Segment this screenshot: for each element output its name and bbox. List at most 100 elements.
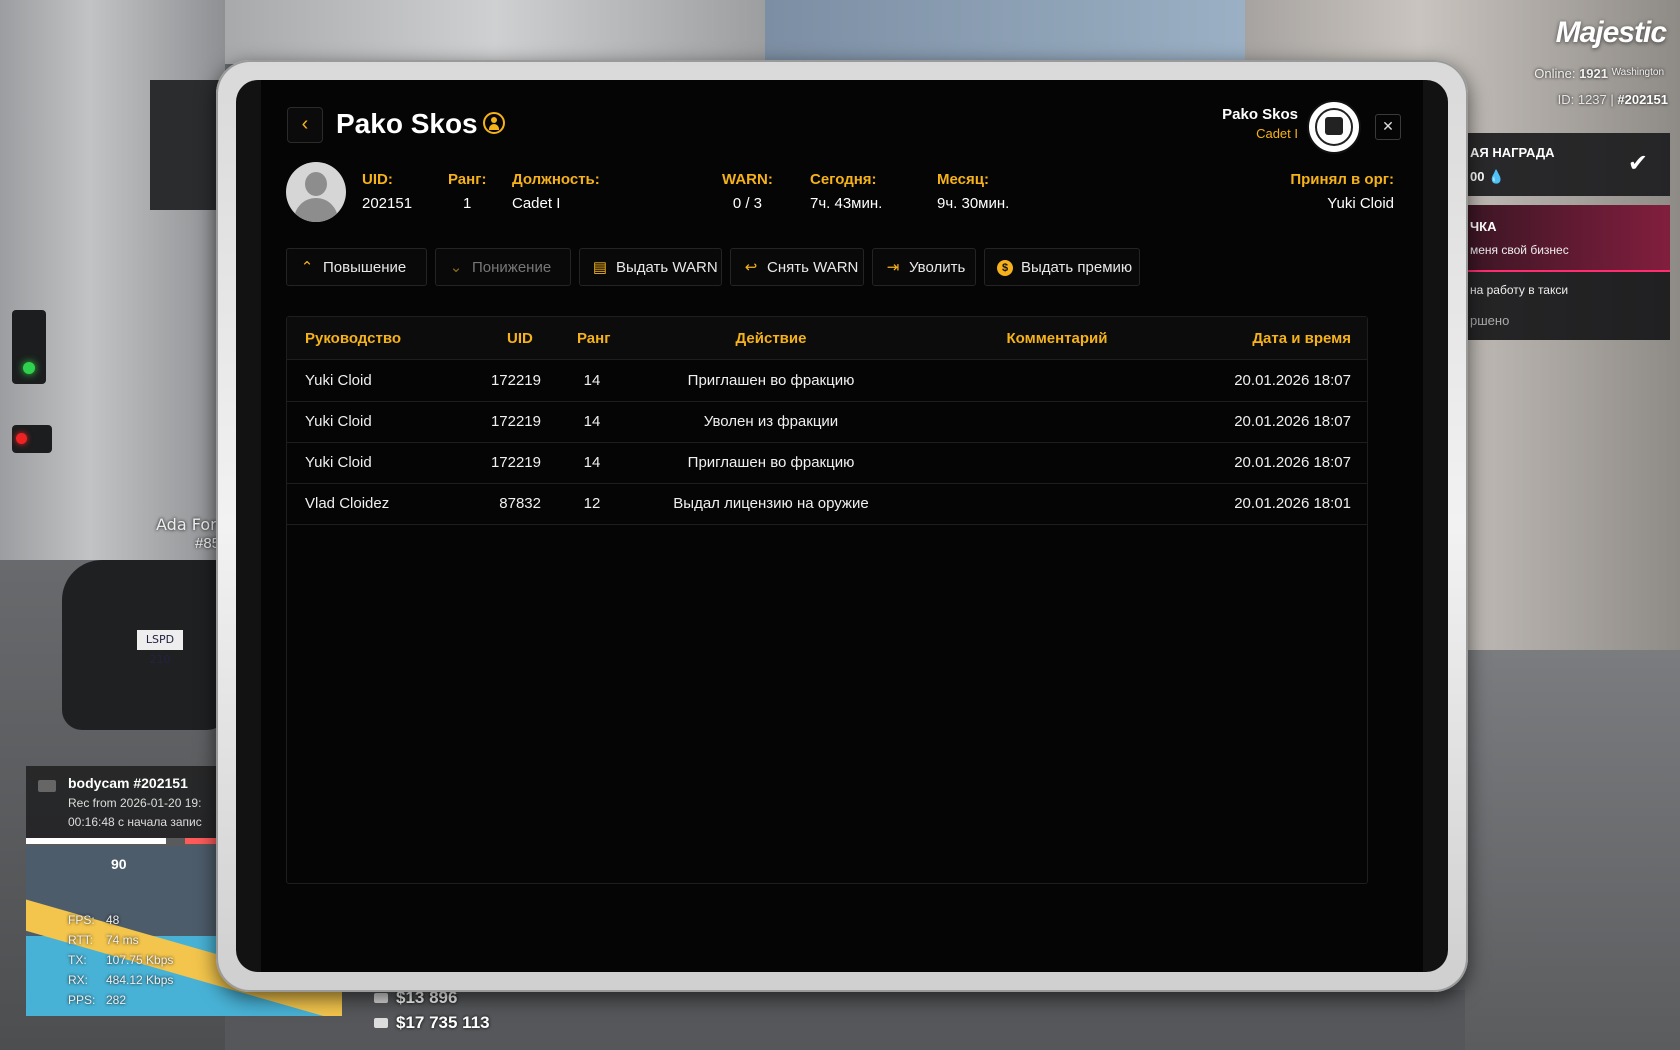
- cell-leader: Yuki Cloid: [305, 454, 372, 471]
- today-label: Сегодня:: [810, 171, 877, 188]
- history-table: Руководство UID Ранг Действие Комментари…: [286, 316, 1368, 884]
- month-label: Месяц:: [937, 171, 989, 188]
- cell-rank: 12: [583, 495, 601, 512]
- cell-datetime: 20.01.2026 18:07: [1234, 454, 1351, 471]
- player-id-label: ID: 1237 |: [1557, 92, 1614, 107]
- month-value: 9ч. 30мин.: [937, 195, 1010, 212]
- document-warning-icon: ▤: [592, 259, 608, 276]
- coin-icon: $: [997, 260, 1013, 276]
- fire-button[interactable]: ⇥ Уволить: [872, 248, 976, 286]
- quest-highlight: [1462, 205, 1670, 272]
- cell-uid: 87832: [499, 495, 541, 512]
- warn-value: 0 / 3: [732, 195, 762, 212]
- table-row[interactable]: Yuki Cloid 172219 14 Уволен из фракции 2…: [287, 401, 1367, 443]
- rank-value: 1: [463, 195, 472, 212]
- table-row[interactable]: Vlad Cloidez 87832 12 Выдал лицензию на …: [287, 483, 1367, 525]
- table-row[interactable]: Yuki Cloid 172219 14 Приглашен во фракци…: [287, 442, 1367, 484]
- quest-panel[interactable]: ЧКА меня свой бизнес на работу в такси р…: [1462, 205, 1670, 340]
- undo-icon: ↩: [744, 259, 758, 276]
- info-rank: Ранг: 1: [448, 171, 486, 212]
- npc-name-tag: Ada For: [156, 515, 217, 534]
- table-row[interactable]: Yuki Cloid 172219 14 Приглашен во фракци…: [287, 360, 1367, 402]
- license-plate: LSPD 210: [137, 630, 183, 666]
- quest-status: ршено: [1470, 313, 1510, 328]
- online-counter: Online: 1921: [1534, 66, 1608, 81]
- cell-action: Уволен из фракции: [703, 413, 839, 430]
- bodycam-time: 00:16:48 с начала запис: [68, 815, 202, 829]
- remove-warn-button[interactable]: ↩ Снять WARN: [730, 248, 864, 286]
- bodycam-title: bodycam #202151: [68, 775, 188, 791]
- online-count: 1921: [1579, 66, 1608, 81]
- tablet-screen: ‹ Pako Skos Pako Skos Cadet I ✕ UID: 202…: [236, 80, 1448, 972]
- member-profile-panel: ‹ Pako Skos Pako Skos Cadet I ✕ UID: 202…: [261, 80, 1423, 972]
- close-icon: ✕: [1382, 118, 1394, 134]
- background-building-left: [0, 0, 225, 560]
- col-comment: Комментарий: [1006, 330, 1108, 347]
- position-value: Cadet I: [512, 195, 561, 212]
- cell-action: Приглашен во фракцию: [687, 454, 855, 471]
- cell-uid: 172219: [490, 413, 541, 430]
- cell-uid: 172219: [490, 454, 541, 471]
- reward-amount: 00 💧: [1470, 169, 1505, 184]
- traffic-light-red: [12, 425, 52, 453]
- cell-rank: 14: [583, 413, 601, 430]
- traffic-light: [12, 310, 46, 384]
- quest-subtitle: меня свой бизнес: [1470, 243, 1569, 257]
- reward-title: АЯ НАГРАДА: [1470, 145, 1555, 160]
- stat-fps: FPS: 48: [68, 913, 120, 927]
- info-today: Сегодня: 7ч. 43мин.: [810, 171, 882, 212]
- info-hired-by: Принял в орг: Yuki Cloid: [1290, 171, 1394, 212]
- info-position: Должность: Cadet I: [512, 171, 600, 212]
- cell-action: Выдал лицензию на оружие: [673, 495, 869, 512]
- player-id: ID: 1237 | #202151: [1558, 92, 1668, 107]
- player-id-value: #202151: [1617, 92, 1668, 107]
- cell-uid: 172219: [490, 372, 541, 389]
- uid-label: UID:: [362, 171, 393, 188]
- stat-tx: TX: 107.75 Kbps: [68, 953, 174, 967]
- cell-rank: 14: [583, 372, 601, 389]
- check-icon: ✔: [1627, 150, 1648, 177]
- close-button[interactable]: ✕: [1375, 114, 1401, 140]
- info-month: Месяц: 9ч. 30мин.: [937, 171, 1009, 212]
- warn-label: WARN:: [722, 171, 773, 188]
- col-action: Действие: [735, 330, 807, 347]
- cash-icon: [374, 993, 388, 1003]
- hired-value: Yuki Cloid: [1327, 195, 1394, 212]
- cell-action: Приглашен во фракцию: [687, 372, 855, 389]
- back-button[interactable]: ‹: [287, 107, 323, 143]
- cell-leader: Yuki Cloid: [305, 372, 372, 389]
- demote-button[interactable]: ⌄ Понижение: [435, 248, 571, 286]
- current-user-rank: Cadet I: [1256, 126, 1298, 141]
- info-warn: WARN: 0 / 3: [722, 171, 773, 212]
- health-bar: [26, 838, 166, 844]
- quest-title: ЧКА: [1470, 219, 1497, 234]
- stat-rtt: RTT: 74 ms: [68, 933, 139, 947]
- server-name: Washington: [1611, 67, 1664, 78]
- camera-icon: [38, 780, 56, 792]
- cell-datetime: 20.01.2026 18:01: [1234, 495, 1351, 512]
- uid-value: 202151: [362, 195, 413, 212]
- droplet-icon: 💧: [1488, 169, 1505, 184]
- give-bonus-button[interactable]: $ Выдать премию: [984, 248, 1140, 286]
- promote-button[interactable]: ⌃ Повышение: [286, 248, 427, 286]
- rank-label: Ранг:: [448, 171, 487, 188]
- online-label: Online:: [1534, 66, 1576, 81]
- give-warn-button[interactable]: ▤ Выдать WARN: [579, 248, 722, 286]
- cell-leader: Yuki Cloid: [305, 413, 372, 430]
- bodycam-overlay: bodycam #202151 Rec from 2026-01-20 19: …: [26, 766, 226, 838]
- col-leader: Руководство: [305, 330, 402, 347]
- table-header: Руководство UID Ранг Действие Комментари…: [287, 317, 1367, 360]
- cell-datetime: 20.01.2026 18:07: [1234, 372, 1351, 389]
- chevron-down-icon: ⌄: [449, 259, 463, 276]
- bank-display: $17 735 113: [374, 1013, 490, 1033]
- cell-leader: Vlad Cloidez: [305, 495, 390, 512]
- quest-task: на работу в такси: [1470, 283, 1569, 297]
- background-building-top: [225, 0, 765, 64]
- reward-notification[interactable]: АЯ НАГРАДА 00 💧 ✔: [1462, 133, 1670, 196]
- col-uid: UID: [507, 330, 533, 347]
- cell-datetime: 20.01.2026 18:07: [1234, 413, 1351, 430]
- current-user-name: Pako Skos: [1222, 106, 1298, 123]
- col-rank: Ранг: [577, 330, 611, 347]
- background-road-right: [1465, 650, 1680, 1050]
- background-sky: [765, 0, 1245, 64]
